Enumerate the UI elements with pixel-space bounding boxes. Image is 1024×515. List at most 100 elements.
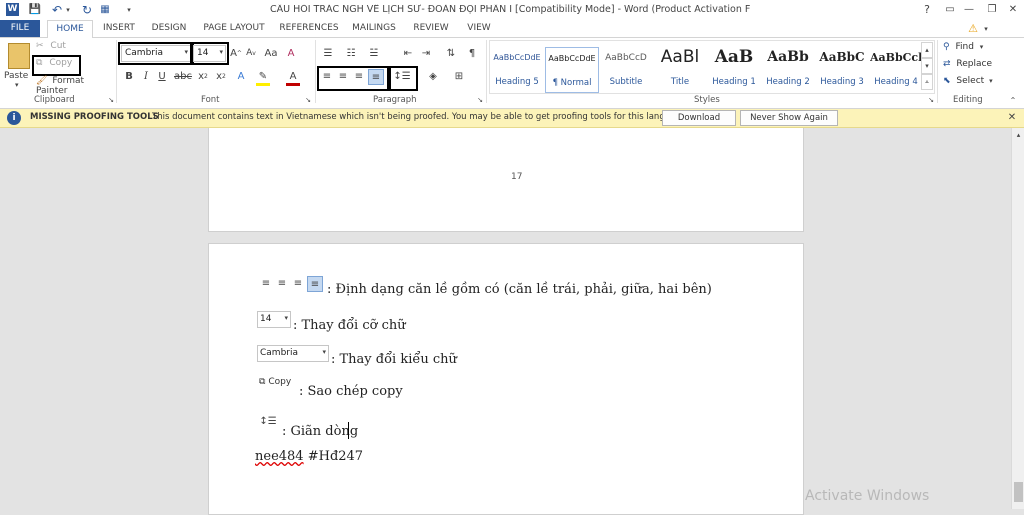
grow-font-icon[interactable]: A ^: [229, 46, 243, 60]
style-title[interactable]: AaBl Title: [654, 47, 706, 91]
paste-button[interactable]: Paste ▾: [4, 41, 32, 91]
style-heading-2[interactable]: AaBb Heading 2: [762, 47, 814, 91]
never-show-again-button[interactable]: Never Show Again: [740, 110, 838, 126]
align-right-icon[interactable]: ≡: [352, 69, 366, 83]
style-heading-1[interactable]: AaB Heading 1: [708, 47, 760, 91]
underline-icon[interactable]: U: [155, 69, 169, 83]
format-painter-button[interactable]: 🖌 Format Painter: [36, 76, 116, 96]
account-dropdown-icon[interactable]: ▾: [982, 21, 990, 36]
doc-line-spacing: : Giãn dòng: [282, 424, 359, 439]
tab-home[interactable]: HOME: [47, 20, 93, 39]
bullets-icon[interactable]: ☰: [320, 46, 336, 60]
window-title: CÂU HỎI TRẮC NGH VỀ LỊCH SỬ- ĐOÀN ĐỘI PH…: [270, 4, 750, 15]
customize-qat-icon[interactable]: ▾: [125, 2, 133, 17]
align-left-icon[interactable]: ≡: [320, 69, 334, 83]
table-icon[interactable]: ▦: [98, 2, 112, 17]
italic-icon[interactable]: I: [139, 69, 153, 83]
vertical-scrollbar[interactable]: ▴: [1011, 128, 1024, 509]
tab-view[interactable]: VIEW: [462, 20, 496, 37]
styles-launcher-icon[interactable]: ↘: [927, 96, 935, 104]
select-button[interactable]: ⬉ Select ▾: [943, 76, 1003, 90]
shading-icon[interactable]: ◈: [424, 69, 442, 83]
replace-button[interactable]: ⇄ Replace: [943, 59, 1003, 73]
misspelled-word: nee484: [255, 449, 304, 464]
style-name: Heading 4: [874, 77, 918, 87]
tab-mailings[interactable]: MAILINGS: [348, 20, 400, 37]
change-case-icon[interactable]: Aa: [262, 46, 280, 60]
tab-review[interactable]: REVIEW: [408, 20, 454, 37]
font-color-icon[interactable]: A: [286, 69, 300, 86]
cut-label: Cut: [50, 41, 66, 51]
style-normal[interactable]: AaBbCcDdE ¶ Normal: [545, 47, 599, 93]
numbering-icon[interactable]: ☷: [343, 46, 359, 60]
multilevel-list-icon[interactable]: ☱: [366, 46, 382, 60]
clear-formatting-icon[interactable]: A: [284, 46, 298, 60]
style-heading-5[interactable]: AaBbCcDdE Heading 5: [492, 47, 542, 91]
tab-file[interactable]: FILE: [0, 20, 40, 37]
close-icon[interactable]: ✕: [1006, 111, 1018, 124]
bold-icon[interactable]: B: [122, 69, 136, 83]
paintbrush-icon: 🖌: [36, 76, 48, 86]
divider: [116, 40, 117, 103]
strikethrough-icon[interactable]: abc: [174, 69, 192, 83]
font-name-sample: Cambria: [260, 348, 298, 358]
superscript-icon[interactable]: x2: [214, 69, 228, 83]
tab-page-layout[interactable]: PAGE LAYOUT: [199, 20, 269, 37]
save-icon[interactable]: 💾: [28, 2, 42, 17]
justify-icon[interactable]: ≡: [368, 69, 384, 85]
font-group-label: Font: [201, 95, 220, 105]
borders-icon[interactable]: ⊞: [450, 69, 468, 83]
highlight-icon[interactable]: ✎: [256, 69, 270, 86]
show-marks-icon[interactable]: ¶: [465, 46, 479, 60]
tab-design[interactable]: DESIGN: [147, 20, 191, 37]
copy-button[interactable]: ⧉ Copy: [36, 58, 76, 72]
line-spacing-icon[interactable]: ↕☰: [392, 69, 412, 83]
current-page[interactable]: ≡ ≡ ≡ ≡ : Định dạng căn lề gồm có (căn l…: [208, 243, 804, 515]
replace-label: Replace: [956, 59, 993, 69]
scroll-up-icon[interactable]: ▴: [1013, 130, 1024, 140]
restore-icon[interactable]: ❐: [985, 2, 999, 17]
align-left-icon: ≡: [261, 277, 271, 289]
styles-scroll-up-icon[interactable]: ▴: [921, 42, 933, 58]
collapse-ribbon-icon[interactable]: ⌃: [1008, 96, 1018, 105]
style-name: Heading 1: [712, 77, 756, 87]
subscript-icon[interactable]: x2: [196, 69, 210, 83]
undo-dropdown-icon[interactable]: ▾: [64, 2, 72, 17]
redo-icon[interactable]: ↻: [80, 2, 94, 17]
style-subtitle[interactable]: AaBbCcD Subtitle: [600, 47, 652, 91]
minimize-icon[interactable]: —: [962, 2, 976, 17]
help-icon[interactable]: ?: [920, 2, 934, 17]
message-text: This document contains text in Vietnames…: [152, 112, 689, 122]
ribbon-display-icon[interactable]: ▭: [943, 2, 957, 17]
find-button[interactable]: ⚲ Find ▾: [943, 42, 1003, 56]
shrink-font-icon[interactable]: Av: [244, 46, 258, 60]
font-name-highlight-box: [118, 42, 194, 65]
style-sample: AaBb: [767, 49, 809, 65]
font-size-image: 14 ▾: [257, 311, 291, 328]
style-heading-4[interactable]: AaBbCcl Heading 4: [870, 47, 922, 91]
paragraph-launcher-icon[interactable]: ↘: [476, 96, 484, 104]
paragraph-group-label: Paragraph: [373, 95, 417, 105]
clipboard-launcher-icon[interactable]: ↘: [107, 96, 115, 104]
tab-references[interactable]: REFERENCES: [277, 20, 341, 37]
styles-scroll-down-icon[interactable]: ▾: [921, 58, 933, 74]
ribbon: Paste ▾ ✂ Cut ⧉ Copy 🖌 Format Painter Cl…: [0, 38, 1024, 109]
scroll-thumb[interactable]: [1014, 482, 1023, 502]
doc-line-copy: : Sao chép copy: [299, 384, 403, 399]
download-button[interactable]: Download: [662, 110, 736, 126]
sort-icon[interactable]: ⇅: [443, 46, 459, 60]
undo-icon[interactable]: ↶: [50, 2, 64, 17]
increase-indent-icon[interactable]: ⇥: [418, 46, 434, 60]
warning-icon[interactable]: ⚠: [966, 21, 980, 36]
align-center-icon[interactable]: ≡: [336, 69, 350, 83]
styles-more-icon[interactable]: ⩡: [921, 74, 933, 90]
cut-button[interactable]: ✂ Cut: [36, 41, 76, 55]
tab-insert[interactable]: INSERT: [98, 20, 140, 37]
text-effects-icon[interactable]: A: [234, 69, 248, 83]
decrease-indent-icon[interactable]: ⇤: [400, 46, 416, 60]
style-heading-3[interactable]: AaBbC Heading 3: [816, 47, 868, 91]
chevron-down-icon: ▾: [979, 43, 984, 51]
font-launcher-icon[interactable]: ↘: [304, 96, 312, 104]
close-icon[interactable]: ✕: [1006, 2, 1020, 17]
divider: [486, 40, 487, 103]
